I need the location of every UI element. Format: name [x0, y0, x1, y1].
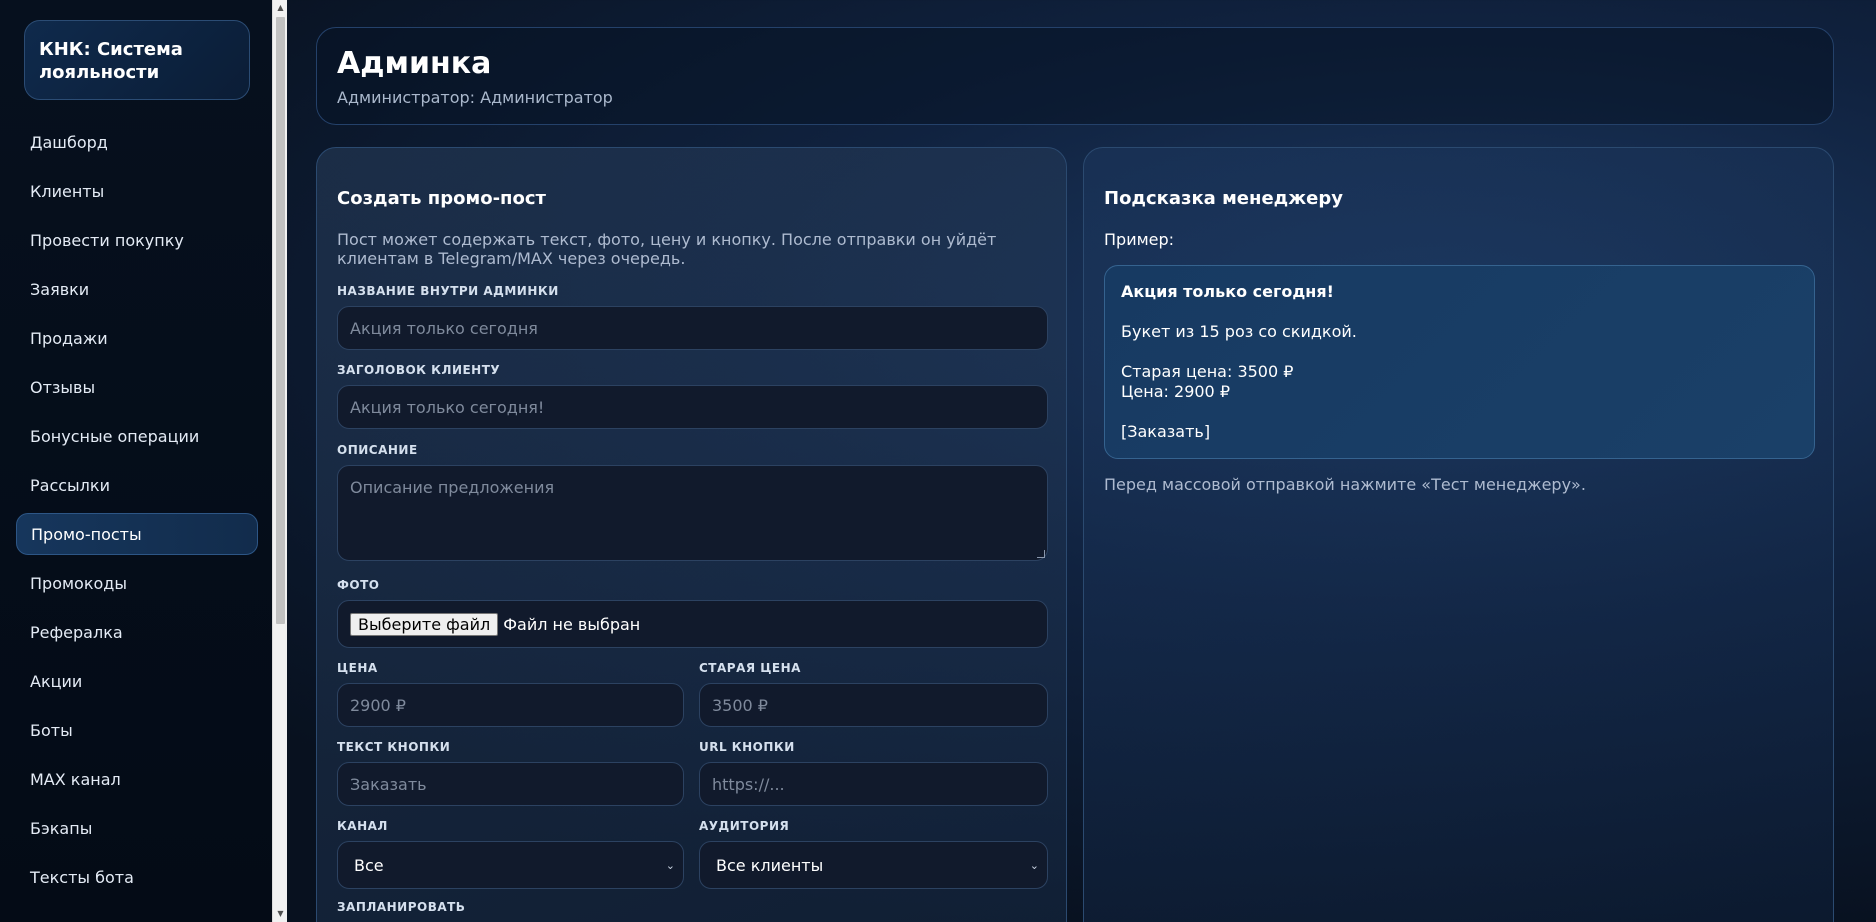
old-price-input[interactable]: 3500 ₽ [699, 683, 1048, 727]
page-header: Админка Администратор: Администратор [316, 27, 1834, 125]
scrollbar-thumb[interactable] [276, 17, 285, 624]
sidebar-scrollbar[interactable]: ▲ ▼ [272, 0, 287, 922]
audience-label: АУДИТОРИЯ [699, 819, 790, 833]
description-textarea[interactable]: Описание предложения [337, 465, 1048, 561]
admin-user-label: Администратор: Администратор [337, 88, 613, 107]
button-text-label: ТЕКСТ КНОПКИ [337, 740, 451, 754]
photo-label: ФОТО [337, 578, 380, 592]
sidebar-item-mailings[interactable]: Рассылки [16, 464, 258, 506]
audience-selected-value: Все клиенты [716, 855, 824, 875]
post-preview: Акция только сегодня! Букет из 15 роз со… [1104, 265, 1815, 459]
button-url-input[interactable]: https://... [699, 762, 1048, 806]
form-title: Создать промо-пост [337, 188, 546, 209]
photo-file-input: Выберите файл Файл не выбран [337, 600, 1048, 648]
choose-file-button[interactable]: Выберите файл [350, 612, 499, 636]
page-title: Админка [337, 46, 492, 81]
sidebar-item-referral[interactable]: Рефералка [16, 611, 258, 653]
sidebar-item-make-purchase[interactable]: Провести покупку [16, 219, 258, 261]
price-label: ЦЕНА [337, 661, 378, 675]
sidebar: КНК: Система лояльности Дашборд Клиенты … [0, 0, 272, 922]
sidebar-item-bots[interactable]: Боты [16, 709, 258, 751]
example-label: Пример: [1104, 230, 1175, 249]
description-label: ОПИСАНИЕ [337, 443, 418, 457]
sidebar-item-requests[interactable]: Заявки [16, 268, 258, 310]
scroll-up-arrow-icon[interactable]: ▲ [273, 0, 288, 16]
old-price-label: СТАРАЯ ЦЕНА [699, 661, 801, 675]
preview-headline: Акция только сегодня! [1121, 282, 1334, 301]
channel-selected-value: Все [354, 855, 384, 875]
channel-label: КАНАЛ [337, 819, 388, 833]
sidebar-item-backups[interactable]: Бэкапы [16, 807, 258, 849]
sidebar-item-sales[interactable]: Продажи [16, 317, 258, 359]
button-text-input[interactable]: Заказать [337, 762, 684, 806]
description-placeholder: Описание предложения [350, 478, 555, 497]
client-title-input[interactable]: Акция только сегодня! [337, 385, 1048, 429]
manager-hint-card: Подсказка менеджеру Пример: Акция только… [1083, 147, 1834, 922]
preview-button: [Заказать] [1121, 422, 1211, 441]
scroll-down-arrow-icon[interactable]: ▼ [273, 906, 288, 922]
preview-price: Цена: 2900 ₽ [1121, 382, 1230, 401]
internal-name-input[interactable]: Акция только сегодня [337, 306, 1048, 350]
form-description: Пост может содержать текст, фото, цену и… [337, 230, 997, 268]
internal-name-label: НАЗВАНИЕ ВНУТРИ АДМИНКИ [337, 284, 559, 298]
file-status: Файл не выбран [503, 614, 641, 634]
resize-handle-icon[interactable] [1037, 550, 1045, 558]
preview-old-price: Старая цена: 3500 ₽ [1121, 362, 1294, 381]
brand-title: КНК: Система лояльности [24, 20, 250, 100]
sidebar-item-promotions[interactable]: Акции [16, 660, 258, 702]
preview-body: Букет из 15 роз со скидкой. [1121, 322, 1357, 341]
create-promo-post-card: Создать промо-пост Пост может содержать … [316, 147, 1067, 922]
sidebar-item-promocodes[interactable]: Промокоды [16, 562, 258, 604]
client-title-label: ЗАГОЛОВОК КЛИЕНТУ [337, 363, 501, 377]
hint-title: Подсказка менеджеру [1104, 188, 1343, 209]
sidebar-item-dashboard[interactable]: Дашборд [16, 121, 258, 163]
audience-select[interactable]: Все клиенты ⌄ [699, 841, 1048, 889]
sidebar-item-promo-posts[interactable]: Промо-посты [16, 513, 258, 555]
channel-select[interactable]: Все ⌄ [337, 841, 684, 889]
sidebar-item-reviews[interactable]: Отзывы [16, 366, 258, 408]
sidebar-item-bonus-operations[interactable]: Бонусные операции [16, 415, 258, 457]
button-url-label: URL КНОПКИ [699, 740, 795, 754]
sidebar-item-clients[interactable]: Клиенты [16, 170, 258, 212]
schedule-label: ЗАПЛАНИРОВАТЬ [337, 900, 466, 914]
sidebar-item-bot-texts[interactable]: Тексты бота [16, 856, 258, 898]
sidebar-item-max-channel[interactable]: MAX канал [16, 758, 258, 800]
chevron-down-icon: ⌄ [665, 858, 675, 872]
chevron-down-icon: ⌄ [1029, 858, 1039, 872]
price-input[interactable]: 2900 ₽ [337, 683, 684, 727]
hint-note: Перед массовой отправкой нажмите «Тест м… [1104, 475, 1586, 494]
